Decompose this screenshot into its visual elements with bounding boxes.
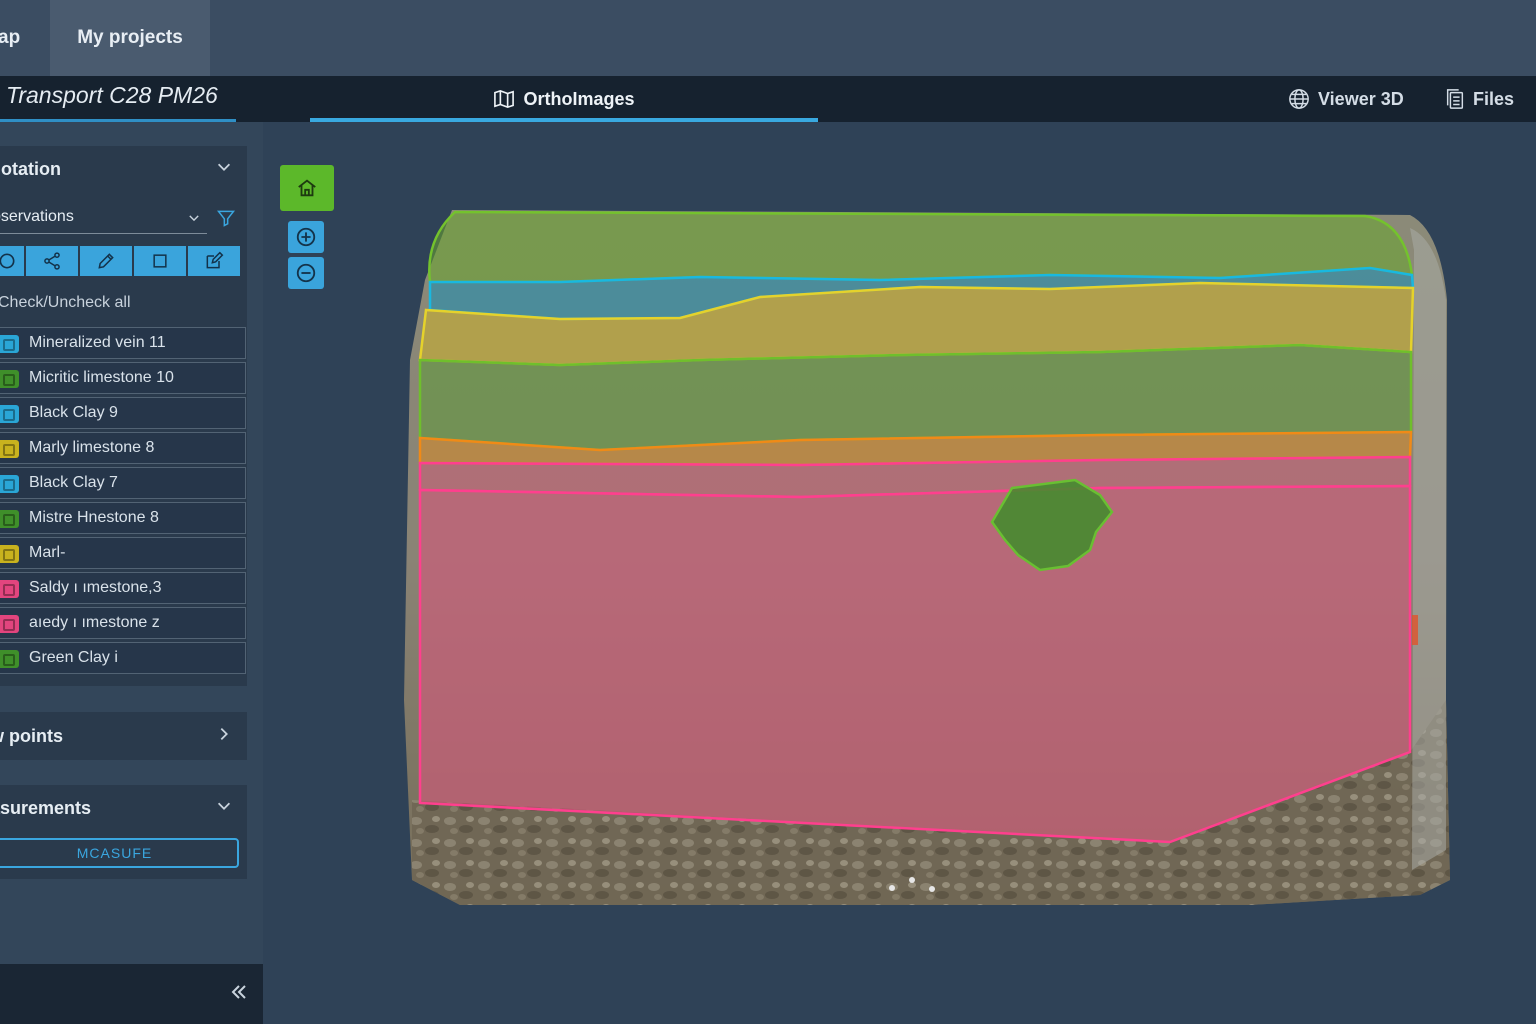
layer-item[interactable]: Black Clay 9 (0, 397, 246, 429)
project-title: Transport C28 PM26 (6, 82, 218, 108)
tab-orthoimages-label: OrthoImages (523, 88, 635, 109)
layer-label: Green Clay i (29, 649, 118, 666)
layer-item[interactable]: Micritic limestone 10 (0, 362, 246, 394)
info-icon (0, 253, 15, 269)
measurements-panel-header[interactable]: asurements (0, 785, 247, 831)
top-navigation: ap My projects (0, 0, 1536, 76)
layer-label: Mineralized vein 11 (29, 334, 166, 351)
chevron-down-icon (189, 215, 199, 222)
layer-item[interactable]: aıedy ı ımestone z (0, 607, 246, 639)
nav-tab-my-projects[interactable]: My projects (50, 0, 210, 76)
check-uncheck-all[interactable]: Check/Uncheck all (0, 294, 131, 312)
view-points-panel: w points (0, 712, 247, 760)
layer-label: Black Clay 7 (29, 474, 118, 491)
info-tool-button[interactable] (0, 246, 24, 276)
annotation-pink-large[interactable] (418, 484, 1412, 844)
observations-select[interactable]: bservations (0, 202, 207, 234)
chevron-down-icon (217, 802, 231, 810)
annotation-toolbar (0, 246, 240, 276)
tab-orthoimages[interactable]: OrthoImages (310, 76, 818, 122)
view-points-panel-header[interactable]: w points (0, 713, 247, 759)
observations-select-value: bservations (0, 208, 74, 225)
edit-tool-button[interactable] (188, 246, 240, 276)
globe-icon (1289, 89, 1309, 109)
home-icon (298, 179, 316, 197)
layer-color-icon[interactable] (0, 615, 19, 633)
layer-color-icon[interactable] (0, 475, 19, 493)
layer-item[interactable]: Saldy ı ımestone,3 (0, 572, 246, 604)
annotation-green-top[interactable] (428, 210, 1414, 284)
double-chevron-left-icon[interactable] (229, 982, 249, 1002)
layer-label: Mistre Hnestone 8 (29, 509, 159, 526)
layer-label: Marly limestone 8 (29, 439, 155, 456)
ground-marker (929, 886, 935, 892)
tab-files-label: Files (1473, 88, 1515, 109)
ground-marker (889, 885, 895, 891)
zoom-out-button[interactable] (288, 257, 324, 289)
measurements-panel-title: asurements (0, 797, 92, 818)
layer-color-icon[interactable] (0, 580, 19, 598)
edit-icon (206, 251, 224, 269)
layer-item[interactable]: Mistre Hnestone 8 (0, 502, 246, 534)
share-nodes-icon (44, 252, 60, 270)
tab-files[interactable]: Files (1445, 76, 1514, 122)
view-points-panel-title: w points (0, 725, 63, 746)
project-bar: Transport C28 PM26 OrthoImages Viewer 3D… (0, 76, 1536, 122)
layer-label: Saldy ı ımestone,3 (29, 579, 162, 596)
nav-tab-map[interactable]: ap (0, 0, 50, 76)
measurements-panel: asurements MCASUFE (0, 785, 247, 879)
layer-label: Black Clay 9 (29, 404, 118, 421)
layer-label: Micritic limestone 10 (29, 369, 174, 386)
layer-item[interactable]: Mineralized vein 11 (0, 327, 246, 359)
layer-color-icon[interactable] (0, 545, 19, 563)
layer-color-icon[interactable] (0, 405, 19, 423)
draw-tool-button[interactable] (80, 246, 132, 276)
sidebar-collapse-bar (0, 964, 263, 1024)
active-tab-indicator (310, 118, 818, 122)
layer-color-icon[interactable] (0, 335, 19, 353)
layer-color-icon[interactable] (0, 440, 19, 458)
pencil-icon (98, 253, 114, 269)
layer-label: aıedy ı ımestone z (29, 614, 160, 631)
tab-viewer-3d[interactable]: Viewer 3D (1288, 76, 1404, 122)
ground-marker (909, 877, 915, 883)
zoom-in-button[interactable] (288, 221, 324, 253)
orange-marker (1412, 615, 1418, 645)
layer-item[interactable]: Marl- (0, 537, 246, 569)
square-icon (153, 254, 167, 268)
layer-label: Marl- (29, 544, 66, 561)
rock-edge-right (1410, 228, 1446, 870)
tab-viewer-3d-label: Viewer 3D (1318, 88, 1404, 109)
files-icon (1446, 89, 1464, 109)
zoom-out-icon (296, 263, 316, 283)
filter-icon[interactable] (216, 208, 236, 228)
annotation-panel-title: notation (0, 158, 61, 179)
layer-color-icon[interactable] (0, 650, 19, 668)
layer-item[interactable]: Green Clay i (0, 642, 246, 674)
layer-item[interactable]: Marly limestone 8 (0, 432, 246, 464)
chevron-right-icon (220, 727, 228, 741)
zoom-in-icon (296, 227, 316, 247)
map-icon (494, 89, 515, 109)
layer-list: Mineralized vein 11 Micritic limestone 10… (0, 327, 246, 677)
layer-color-icon[interactable] (0, 510, 19, 528)
polyline-tool-button[interactable] (26, 246, 78, 276)
measure-button[interactable]: MCASUFE (0, 838, 239, 868)
layer-item[interactable]: Black Clay 7 (0, 467, 246, 499)
annotation-panel: notation bservations Check/U (0, 146, 247, 686)
home-button[interactable] (280, 165, 334, 211)
sidebar: notation bservations Check/U (0, 122, 263, 1024)
chevron-down-icon (217, 163, 231, 171)
annotation-panel-header[interactable]: notation (0, 146, 247, 192)
rectangle-tool-button[interactable] (134, 246, 186, 276)
layer-color-icon[interactable] (0, 370, 19, 388)
